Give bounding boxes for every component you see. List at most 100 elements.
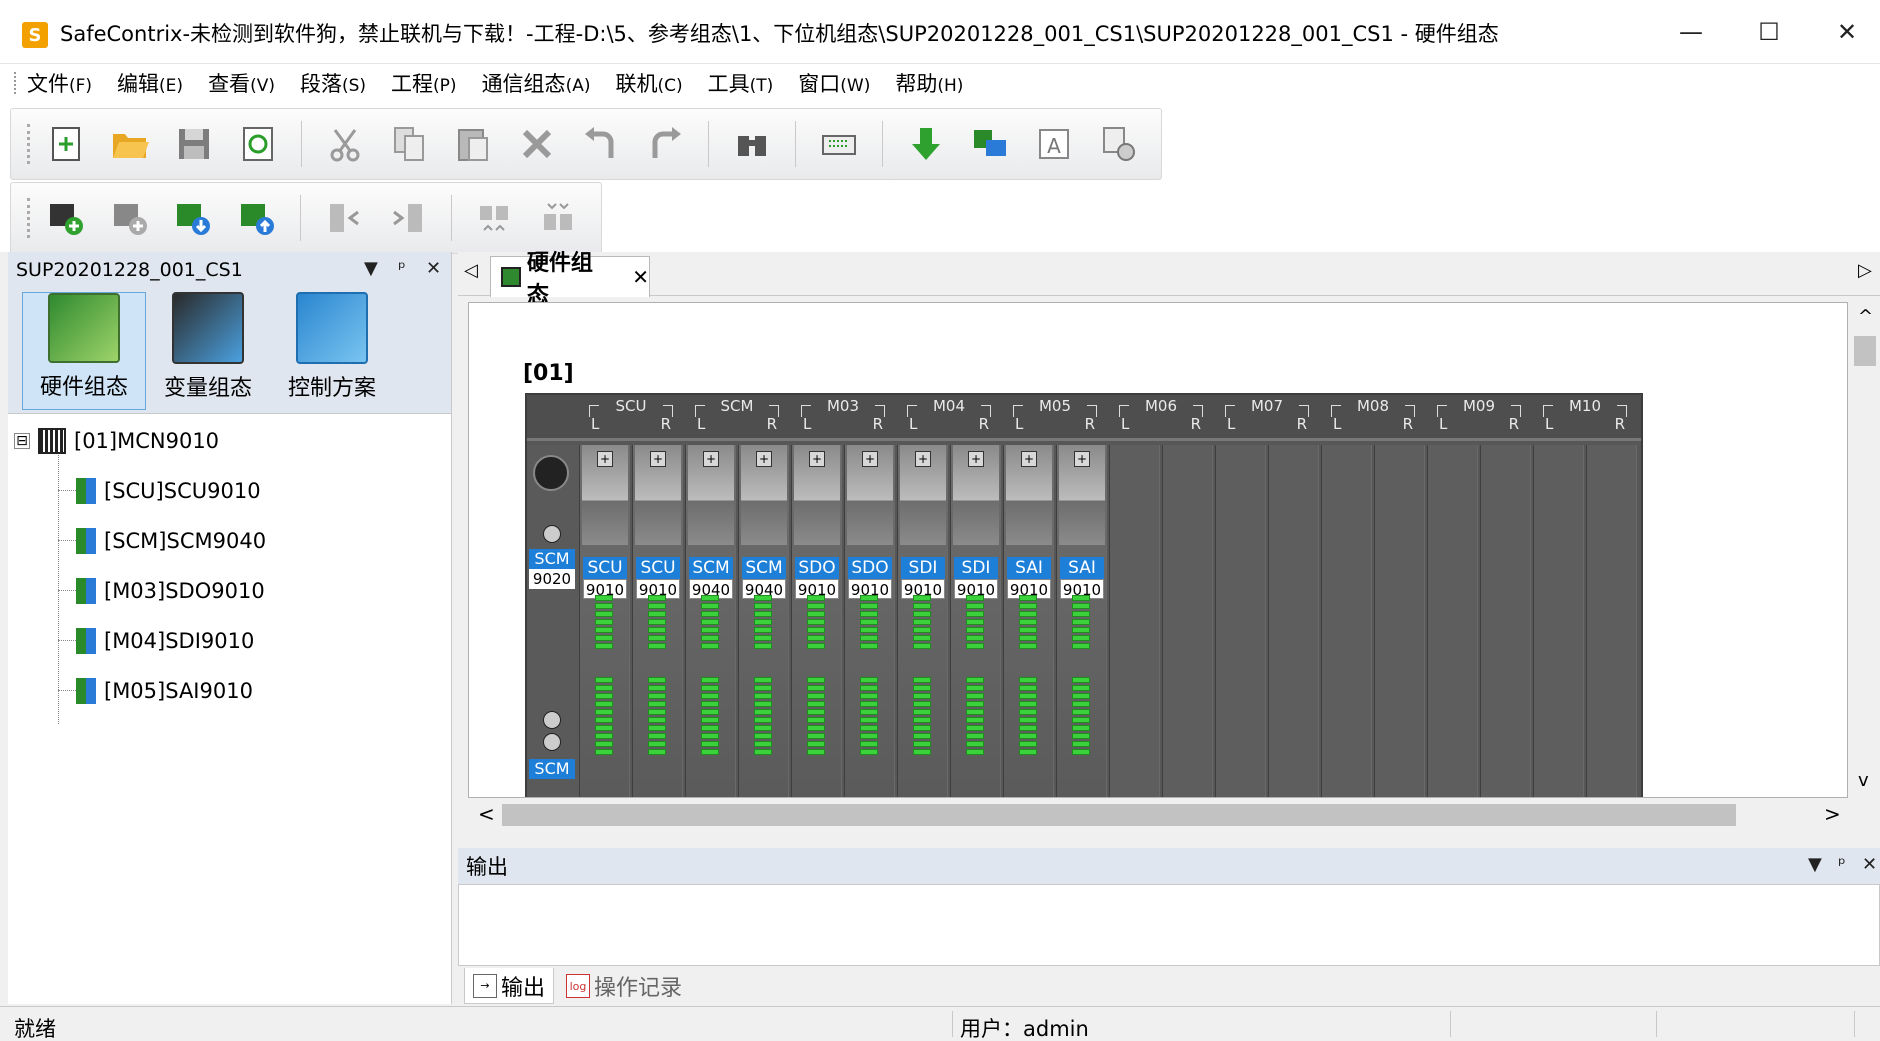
add-rack-icon[interactable] <box>45 196 87 240</box>
panel-close-icon[interactable]: ✕ <box>426 258 441 279</box>
panel-dropdown-icon[interactable]: ▼ <box>364 258 378 279</box>
tree-guide <box>58 540 78 541</box>
nav-variable-config[interactable]: 变量组态 <box>146 292 270 410</box>
expand-icon[interactable] <box>537 196 579 240</box>
text-icon[interactable]: A <box>1033 122 1075 166</box>
tree-item-rack[interactable]: ⊟ [01]MCN9010 <box>14 428 219 454</box>
panel-pin-icon[interactable]: ᵖ <box>1838 854 1846 875</box>
download-icon[interactable] <box>905 122 947 166</box>
empty-slot[interactable] <box>1268 445 1319 797</box>
status-led <box>807 603 825 609</box>
menu-section[interactable]: 段落(S) <box>300 68 366 98</box>
module-slot[interactable]: + SAI 9010 <box>1003 445 1054 797</box>
empty-slot[interactable] <box>1321 445 1372 797</box>
paste-icon[interactable] <box>452 122 494 166</box>
export-icon[interactable] <box>236 196 278 240</box>
cut-icon[interactable] <box>324 122 366 166</box>
module-slot[interactable]: + SCU 9010 <box>632 445 683 797</box>
module-slot[interactable]: + SDI 9010 <box>897 445 948 797</box>
online-icon[interactable] <box>969 122 1011 166</box>
find-icon[interactable] <box>731 122 773 166</box>
refresh-icon[interactable] <box>237 122 279 166</box>
scroll-up-icon[interactable]: ^ <box>1858 306 1873 327</box>
tab-scroll-left-icon[interactable]: ◁ <box>464 260 478 281</box>
vertical-scrollbar[interactable]: ^ v <box>1848 302 1880 798</box>
import-icon[interactable] <box>172 196 214 240</box>
tree-item-scm[interactable]: [SCM]SCM9040 <box>76 528 266 554</box>
panel-close-icon[interactable]: ✕ <box>1862 854 1877 875</box>
menu-window[interactable]: 窗口(W) <box>798 68 870 98</box>
menu-tools[interactable]: 工具(T) <box>708 68 774 98</box>
tab-operation-log[interactable]: log 操作记录 <box>558 968 690 1004</box>
menu-project[interactable]: 工程(P) <box>391 68 457 98</box>
tab-hardware-config[interactable]: 硬件组态 ✕ <box>490 251 650 308</box>
redo-icon[interactable] <box>644 122 686 166</box>
settings-icon[interactable] <box>1097 122 1139 166</box>
module-faceplate: + <box>635 445 681 545</box>
scroll-left-icon[interactable]: < <box>478 802 495 826</box>
module-slot[interactable]: + SCM 9040 <box>685 445 736 797</box>
new-file-icon[interactable] <box>45 122 87 166</box>
tree-item-m05[interactable]: [M05]SAI9010 <box>76 678 253 704</box>
collapse-icon[interactable] <box>473 196 515 240</box>
menu-edit[interactable]: 编辑(E) <box>117 68 183 98</box>
tree-item-m04[interactable]: [M04]SDI9010 <box>76 628 254 654</box>
status-led <box>595 677 613 683</box>
vertical-scroll-thumb[interactable] <box>1854 336 1876 366</box>
horizontal-scrollbar[interactable]: < > <box>468 798 1848 832</box>
empty-slot[interactable] <box>1374 445 1425 797</box>
menu-file[interactable]: 文件(F) <box>27 68 92 98</box>
close-window-button[interactable]: ✕ <box>1812 0 1880 64</box>
module-slot[interactable]: + SCM 9040 <box>738 445 789 797</box>
empty-slot[interactable] <box>1162 445 1213 797</box>
nav-hardware-config[interactable]: 硬件组态 <box>22 292 146 410</box>
collapse-icon[interactable]: ⊟ <box>14 433 30 449</box>
menu-online[interactable]: 联机(C) <box>615 68 682 98</box>
minimize-button[interactable]: — <box>1656 0 1726 64</box>
move-right-icon[interactable] <box>387 196 429 240</box>
scroll-down-icon[interactable]: v <box>1858 770 1869 791</box>
open-folder-icon[interactable] <box>109 122 151 166</box>
delete-icon[interactable] <box>516 122 558 166</box>
tab-scroll-right-icon[interactable]: ▷ <box>1858 260 1872 281</box>
undo-icon[interactable] <box>580 122 622 166</box>
module-slot[interactable]: + SDO 9010 <box>791 445 842 797</box>
tab-output[interactable]: → 输出 <box>464 968 555 1004</box>
compile-icon[interactable] <box>818 122 860 166</box>
empty-slot[interactable] <box>1109 445 1160 797</box>
empty-slot[interactable] <box>1480 445 1531 797</box>
module-slot[interactable]: + SCU 9010 <box>579 445 630 797</box>
nav-control-scheme[interactable]: 控制方案 <box>270 292 394 410</box>
empty-slot[interactable] <box>1427 445 1478 797</box>
slot-right-label: R <box>1614 415 1625 433</box>
module-slot[interactable]: + SDI 9010 <box>950 445 1001 797</box>
menu-view[interactable]: 查看(V) <box>208 68 275 98</box>
tab-close-icon[interactable]: ✕ <box>632 265 649 289</box>
module-slot[interactable]: + SDO 9010 <box>844 445 895 797</box>
power-module[interactable]: SCM 9020 SCM <box>527 445 579 797</box>
add-module-icon[interactable] <box>109 196 151 240</box>
empty-slot[interactable] <box>1533 445 1584 797</box>
tree-item-scu[interactable]: [SCU]SCU9010 <box>76 478 261 504</box>
status-led <box>701 611 719 617</box>
empty-slot[interactable] <box>1586 445 1637 797</box>
move-left-icon[interactable] <box>323 196 365 240</box>
tree-item-m03[interactable]: [M03]SDO9010 <box>76 578 265 604</box>
save-icon[interactable] <box>173 122 215 166</box>
menu-comm-config[interactable]: 通信组态(A) <box>482 68 591 98</box>
panel-pin-icon[interactable]: ᵖ <box>398 258 406 279</box>
empty-slot[interactable] <box>1215 445 1266 797</box>
copy-icon[interactable] <box>388 122 430 166</box>
screw-icon <box>543 733 561 751</box>
status-separator <box>952 1011 953 1037</box>
menu-help[interactable]: 帮助(H) <box>895 68 963 98</box>
status-led <box>1019 717 1037 723</box>
horizontal-scroll-thumb[interactable] <box>502 804 1736 826</box>
panel-dropdown-icon[interactable]: ▼ <box>1808 854 1822 875</box>
maximize-button[interactable]: ☐ <box>1734 0 1804 64</box>
output-content[interactable] <box>458 884 1880 966</box>
scroll-right-icon[interactable]: > <box>1824 802 1841 826</box>
module-type: SCU <box>583 557 627 579</box>
hardware-canvas[interactable]: [01] SCU L R SCM L R M03 L R M04 L R M05 L R M06 L R M07 L R… <box>468 302 1848 798</box>
module-slot[interactable]: + SAI 9010 <box>1056 445 1107 797</box>
